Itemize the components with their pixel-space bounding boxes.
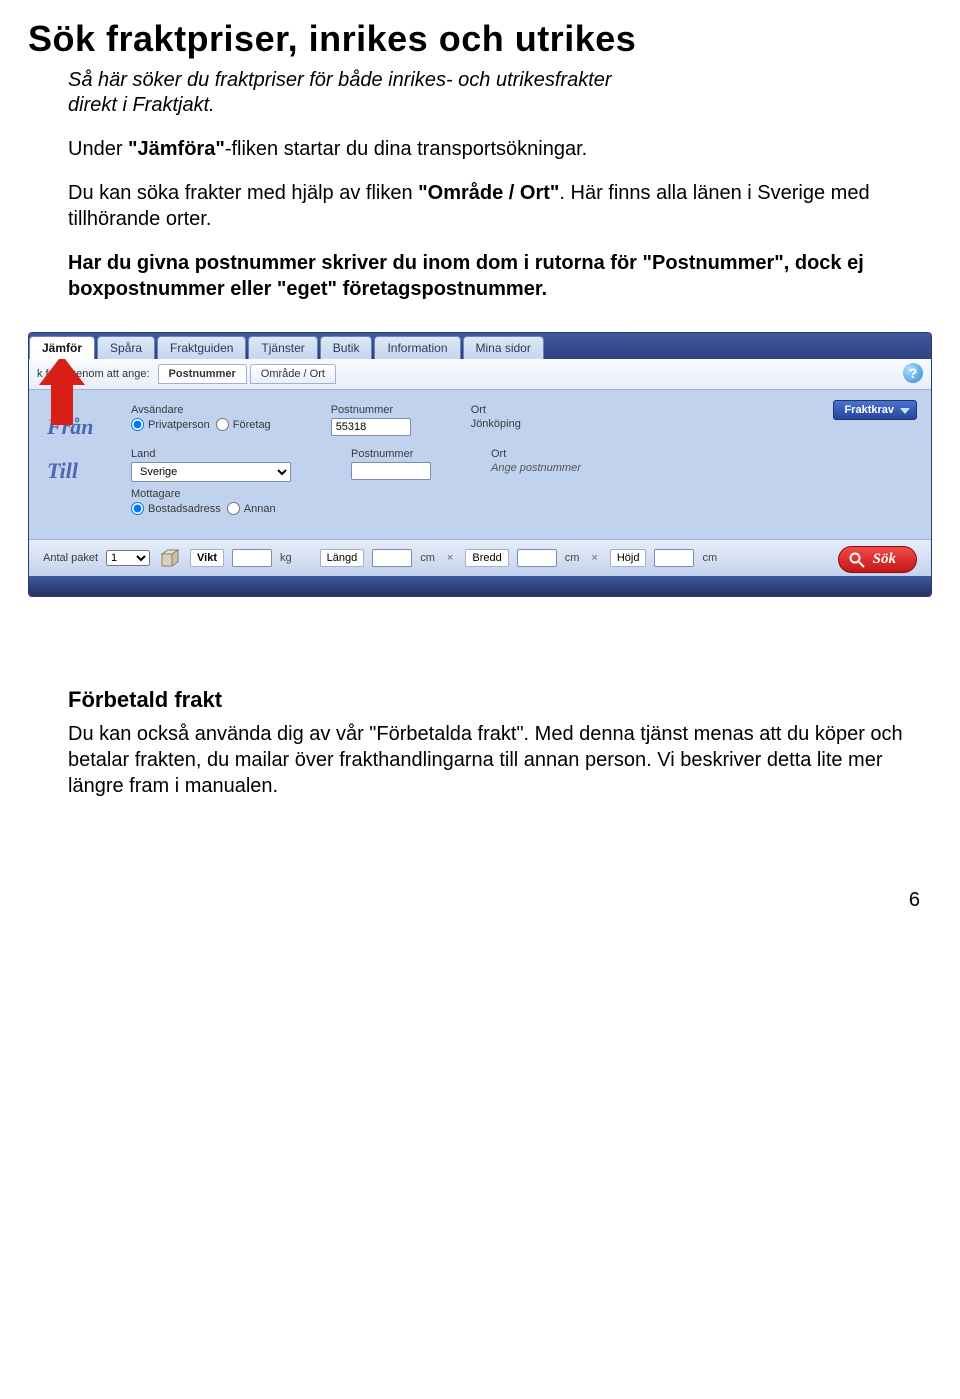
bredd-input[interactable] [517,549,557,567]
subtab-omrade-ort[interactable]: Område / Ort [250,364,336,384]
from-postnummer-input[interactable] [331,418,411,436]
mottagare-label: Mottagare [131,488,276,500]
intro-line-2: direkt i Fraktjakt. [68,94,215,116]
forbetald-body: Du kan också använda dig av vår "Förbeta… [68,721,932,799]
intro-line-1: Så här söker du fraktpriser för både inr… [68,69,612,91]
land-select[interactable]: Sverige [131,462,291,482]
to-heading: Till [47,458,131,484]
subtab-postnummer[interactable]: Postnummer [158,364,247,384]
from-ort-label: Ort [471,404,521,416]
radio-annan[interactable]: Annan [227,502,276,515]
langd-unit: cm [420,552,435,564]
red-arrow-annotation [39,355,85,425]
paragraph-jamfora: Under "Jämföra"-fliken startar du dina t… [68,136,932,162]
bredd-label: Bredd [465,549,508,567]
to-ort-label: Ort [491,448,581,460]
fraktkrav-button[interactable]: Fraktkrav [833,400,917,420]
subtab-row: k frakt genom att ange: Postnummer Områd… [29,359,931,390]
langd-input[interactable] [372,549,412,567]
vikt-unit: kg [280,552,292,564]
tab-information[interactable]: Information [374,336,460,359]
multiply-icon: × [587,552,601,564]
antal-paket-label: Antal paket [43,552,98,564]
vikt-input[interactable] [232,549,272,567]
hojd-input[interactable] [654,549,694,567]
dimension-bar: Antal paket 1 Vikt kg Längd cm × Bredd c… [29,539,931,576]
paragraph-postnummer: Har du givna postnummer skriver du inom … [68,250,932,302]
tab-spara[interactable]: Spåra [97,336,155,359]
page-title: Sök fraktpriser, inrikes och utrikes [28,18,932,60]
tab-butik[interactable]: Butik [320,336,373,359]
tab-fraktguiden[interactable]: Fraktguiden [157,336,246,359]
from-postnummer-label: Postnummer [331,404,411,416]
tab-jamfor[interactable]: Jämför [29,336,95,359]
avsandare-label: Avsändare [131,404,271,416]
help-icon[interactable]: ? [903,363,923,383]
multiply-icon: × [443,552,457,564]
sok-button[interactable]: Sök [838,546,917,573]
hojd-unit: cm [702,552,717,564]
app-footer-bar [29,576,931,596]
radio-privatperson[interactable]: Privatperson [131,418,210,431]
to-ort-hint: Ange postnummer [491,462,581,474]
tab-mina-sidor[interactable]: Mina sidor [463,336,544,359]
paragraph-omrade: Du kan söka frakter med hjälp av fliken … [68,180,932,232]
app-screenshot: Jämför Spåra Fraktguiden Tjänster Butik … [28,332,932,597]
langd-label: Längd [320,549,365,567]
radio-foretag[interactable]: Företag [216,418,271,431]
forbetald-heading: Förbetald frakt [68,687,932,713]
land-label: Land [131,448,291,460]
vikt-label: Vikt [190,549,224,567]
bredd-unit: cm [565,552,580,564]
radio-bostadsadress[interactable]: Bostadsadress [131,502,221,515]
antal-paket-select[interactable]: 1 [106,550,150,566]
page-number: 6 [28,889,932,912]
package-icon [158,548,182,568]
to-postnummer-label: Postnummer [351,448,431,460]
intro-text: Så här söker du fraktpriser för både inr… [68,68,932,118]
main-tabs: Jämför Spåra Fraktguiden Tjänster Butik … [29,333,931,359]
hojd-label: Höjd [610,549,647,567]
fraktkrav-label: Fraktkrav [844,404,894,416]
to-postnummer-input[interactable] [351,462,431,480]
chevron-down-icon [900,408,910,414]
search-icon [849,552,865,568]
search-panel: Fraktkrav Från Avsändare Privatperson Fö… [29,390,931,539]
from-ort-value: Jönköping [471,418,521,430]
sok-label: Sök [873,551,896,567]
tab-tjanster[interactable]: Tjänster [248,336,317,359]
